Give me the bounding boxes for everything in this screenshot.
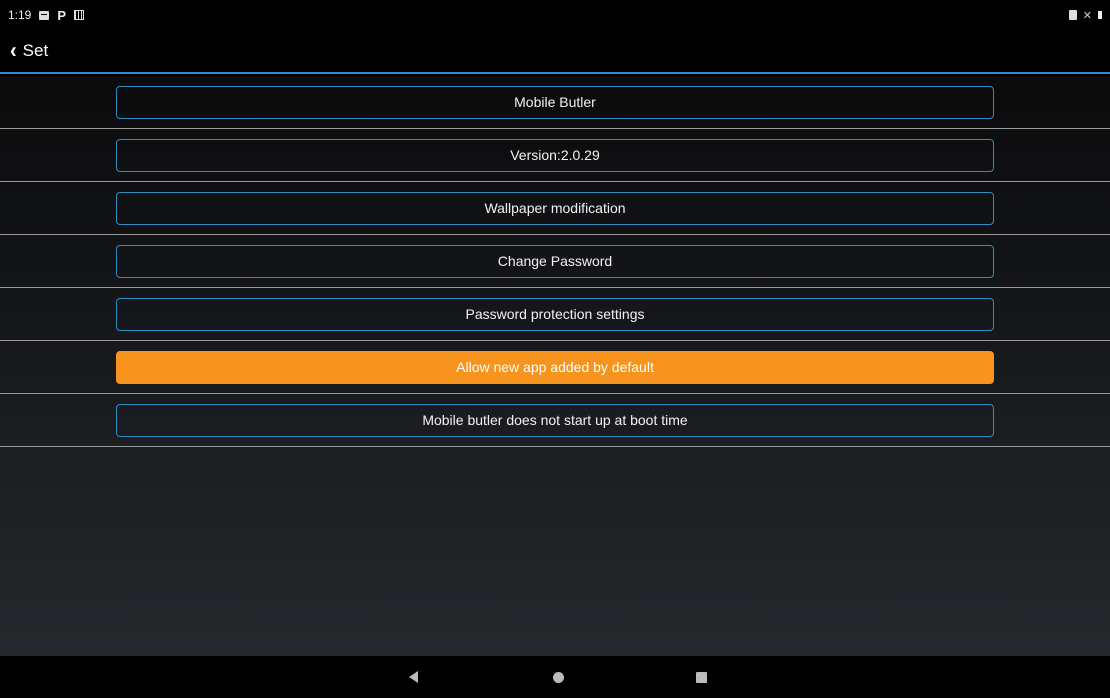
grid-icon bbox=[74, 10, 85, 20]
status-left: 1:19 P bbox=[8, 7, 85, 23]
status-right: ✕ bbox=[1068, 9, 1102, 22]
password-protection-settings-button[interactable]: Password protection settings bbox=[116, 297, 994, 331]
boot-startup-button[interactable]: Mobile butler does not start up at boot … bbox=[116, 403, 994, 437]
settings-row: Password protection settings bbox=[0, 288, 1110, 341]
settings-row: Wallpaper modification bbox=[0, 182, 1110, 235]
mute-icon: ✕ bbox=[1082, 9, 1092, 22]
mobile-butler-button[interactable]: Mobile Butler bbox=[116, 85, 994, 119]
settings-list: Mobile Butler Version:2.0.29 Wallpaper m… bbox=[0, 76, 1110, 656]
chevron-left-icon: ‹ bbox=[10, 38, 17, 64]
title-bar: ‹ Set bbox=[0, 30, 1110, 74]
nav-home-icon[interactable] bbox=[553, 672, 564, 683]
change-password-button[interactable]: Change Password bbox=[116, 244, 994, 278]
p-icon: P bbox=[57, 7, 67, 23]
allow-new-app-button[interactable]: Allow new app added by default bbox=[116, 350, 994, 384]
battery-icon bbox=[1098, 11, 1102, 19]
nav-recents-icon[interactable] bbox=[696, 672, 707, 683]
settings-row: Allow new app added by default bbox=[0, 341, 1110, 394]
phone-icon bbox=[1068, 10, 1077, 20]
settings-row: Mobile Butler bbox=[0, 76, 1110, 129]
message-icon bbox=[39, 10, 50, 20]
wallpaper-modification-button[interactable]: Wallpaper modification bbox=[116, 191, 994, 225]
status-time: 1:19 bbox=[8, 8, 32, 22]
settings-row: Change Password bbox=[0, 235, 1110, 288]
navigation-bar bbox=[0, 656, 1110, 698]
version-button[interactable]: Version:2.0.29 bbox=[116, 138, 994, 172]
settings-row: Mobile butler does not start up at boot … bbox=[0, 394, 1110, 447]
back-button[interactable]: ‹ Set bbox=[10, 38, 49, 64]
settings-row: Version:2.0.29 bbox=[0, 129, 1110, 182]
page-title: Set bbox=[22, 41, 49, 60]
status-bar: 1:19 P ✕ bbox=[0, 0, 1110, 30]
nav-back-icon[interactable] bbox=[409, 671, 418, 683]
